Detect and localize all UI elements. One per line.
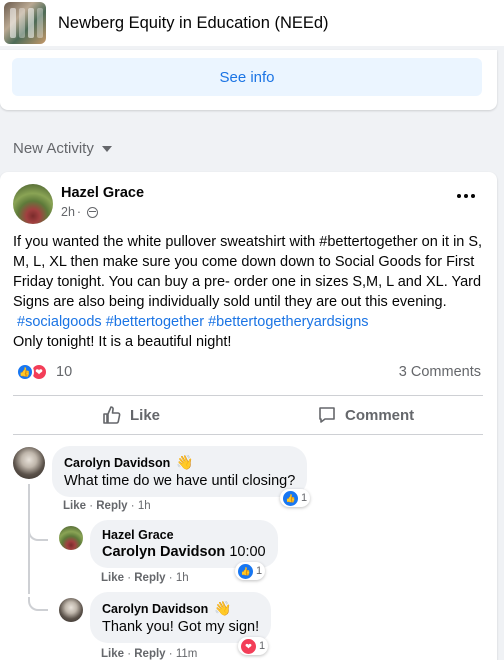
reply-reaction-pill[interactable]: ❤ 1 bbox=[238, 637, 269, 655]
comment-bubble: Carolyn Davidson 👋 What time do we have … bbox=[52, 446, 308, 497]
reaction-count: 10 bbox=[56, 364, 73, 380]
post-card: Hazel Grace 2h · If you wanted the white… bbox=[0, 172, 497, 660]
comment-button-label: Comment bbox=[345, 406, 415, 424]
caret-down-icon bbox=[101, 145, 112, 152]
divider bbox=[13, 395, 483, 396]
hashtag-link[interactable]: #bettertogether bbox=[106, 314, 204, 330]
post-body-second-line: Only tonight! It is a beautiful night! bbox=[13, 334, 232, 350]
more-options-icon[interactable] bbox=[457, 194, 475, 198]
comment-bubble-icon bbox=[319, 407, 335, 423]
commenter-avatar[interactable] bbox=[13, 447, 45, 479]
like-reaction-icon: 👍 bbox=[283, 490, 298, 506]
group-name[interactable]: Newberg Equity in Education (NEEd) bbox=[58, 14, 329, 33]
reply-reply-link[interactable]: Reply bbox=[134, 648, 165, 660]
author-avatar[interactable] bbox=[13, 184, 53, 224]
reply-reaction-count: 1 bbox=[256, 565, 263, 577]
reply-bubble: Carolyn Davidson 👋 Thank you! Got my sig… bbox=[90, 592, 272, 643]
reply-author[interactable]: Hazel Grace bbox=[102, 528, 174, 542]
post-author-name[interactable]: Hazel Grace bbox=[61, 185, 144, 201]
reply-bubble: Hazel Grace Carolyn Davidson 10:00 bbox=[90, 520, 278, 568]
like-reaction-icon: 👍 bbox=[238, 563, 253, 579]
post-body-text: If you wanted the white pullover sweatsh… bbox=[13, 234, 483, 310]
waving-hand-icon: 👋 bbox=[176, 454, 194, 470]
like-button[interactable]: Like bbox=[102, 400, 160, 430]
friends-icon bbox=[87, 206, 99, 218]
reply-timestamp[interactable]: 11m bbox=[176, 648, 198, 660]
like-reaction-icon: 👍 bbox=[16, 363, 34, 381]
comment-text: What time do we have until closing? bbox=[64, 473, 296, 489]
comment-reaction-pill[interactable]: 👍 1 bbox=[280, 489, 311, 507]
feed-sort-dropdown[interactable]: New Activity bbox=[13, 140, 112, 157]
reply-timestamp[interactable]: 1h bbox=[176, 572, 189, 584]
hashtag-link[interactable]: #bettertogetheryardsigns bbox=[208, 314, 368, 330]
reply-actions: Like · Reply · 11m bbox=[101, 648, 198, 660]
love-reaction-icon: ❤ bbox=[241, 638, 256, 654]
reply-text: Thank you! Got my sign! bbox=[102, 619, 260, 635]
comment-reaction-count: 1 bbox=[301, 492, 308, 504]
waving-hand-icon: 👋 bbox=[214, 600, 232, 616]
replier-avatar[interactable] bbox=[59, 526, 83, 550]
reaction-summary[interactable]: 👍 ❤ 10 bbox=[16, 363, 72, 381]
divider bbox=[13, 434, 483, 435]
like-button-label: Like bbox=[130, 406, 161, 424]
post-timestamp[interactable]: 2h bbox=[61, 205, 75, 219]
reply-reaction-count: 1 bbox=[259, 640, 266, 652]
post-meta: 2h · bbox=[61, 205, 99, 219]
feed-sort-label: New Activity bbox=[13, 140, 94, 157]
reply-like-link[interactable]: Like bbox=[101, 572, 124, 584]
comment-author[interactable]: Carolyn Davidson bbox=[64, 456, 170, 470]
see-info-button[interactable]: See info bbox=[12, 58, 482, 96]
group-header: Newberg Equity in Education (NEEd) bbox=[0, 0, 504, 46]
thread-connector bbox=[28, 527, 48, 541]
comment-button[interactable]: Comment bbox=[317, 400, 414, 430]
group-cover-thumbnail[interactable] bbox=[4, 2, 46, 44]
comment-actions: Like · Reply · 1h bbox=[63, 500, 151, 512]
comment-like-link[interactable]: Like bbox=[63, 500, 86, 512]
comments-count-link[interactable]: 3 Comments bbox=[399, 364, 481, 380]
reply-actions: Like · Reply · 1h bbox=[101, 572, 189, 584]
reply-text: 10:00 bbox=[229, 544, 266, 560]
thread-line bbox=[28, 484, 30, 594]
reply-reply-link[interactable]: Reply bbox=[134, 572, 165, 584]
mention-link[interactable]: Carolyn Davidson bbox=[102, 544, 225, 560]
reply-author[interactable]: Carolyn Davidson bbox=[102, 602, 208, 616]
thumbs-up-icon bbox=[103, 406, 121, 424]
comment-reply-link[interactable]: Reply bbox=[96, 500, 127, 512]
reply-like-link[interactable]: Like bbox=[101, 648, 124, 660]
thread-connector bbox=[28, 597, 48, 611]
hashtag-link[interactable]: #socialgoods bbox=[17, 314, 102, 330]
post-body: If you wanted the white pullover sweatsh… bbox=[13, 232, 485, 332]
group-info-card: See info bbox=[0, 50, 497, 110]
comment-timestamp[interactable]: 1h bbox=[138, 500, 151, 512]
replier-avatar[interactable] bbox=[59, 598, 83, 622]
reply-reaction-pill[interactable]: 👍 1 bbox=[235, 562, 266, 580]
